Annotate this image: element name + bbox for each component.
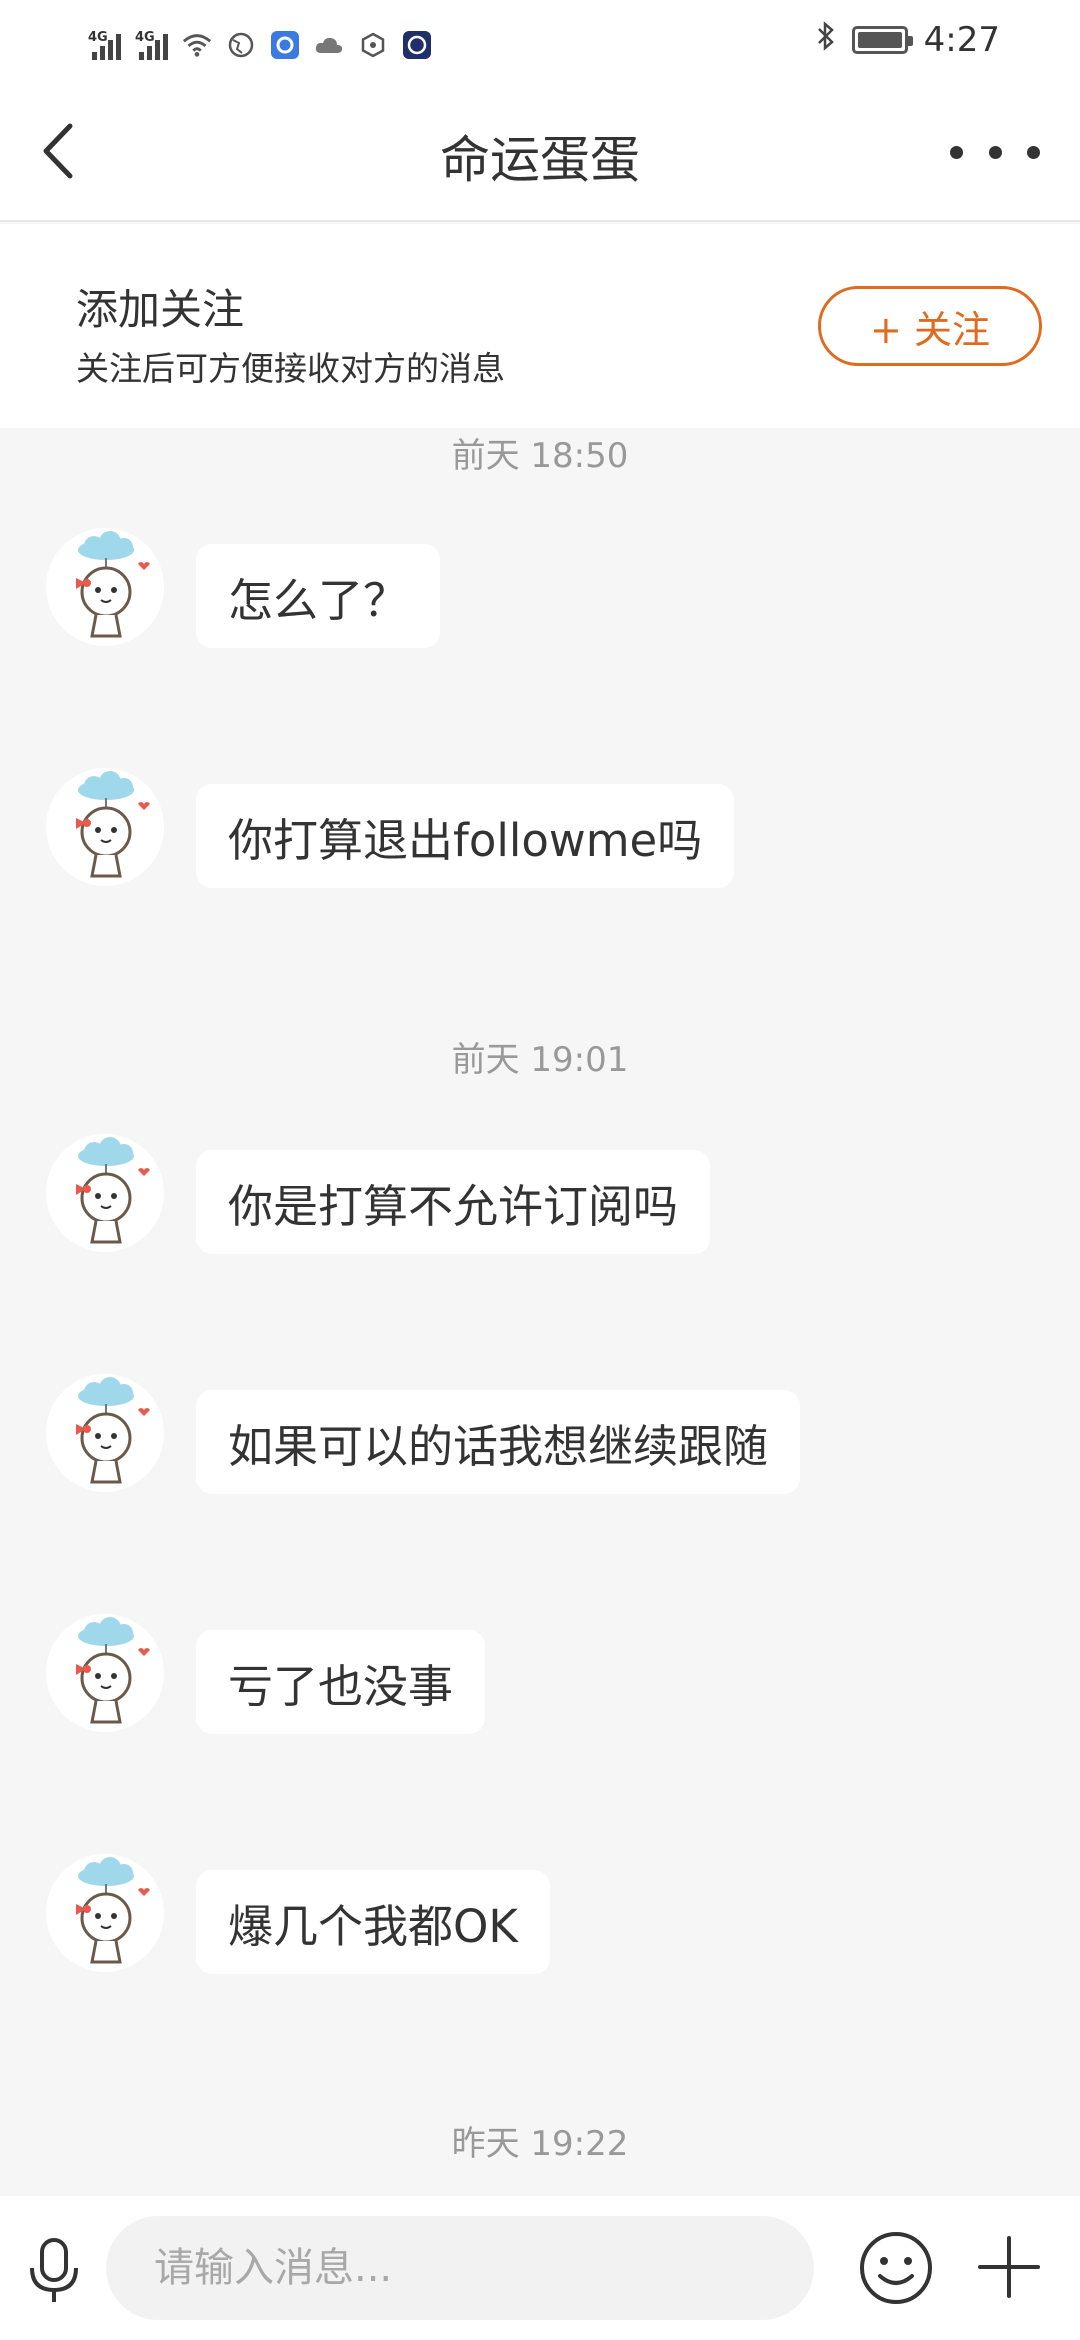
follow-banner: 添加关注 关注后可方便接收对方的消息 + 关注 [0, 224, 1080, 428]
status-icons-right: 4:27 [816, 18, 1000, 62]
avatar[interactable] [46, 528, 164, 646]
avatar-image [46, 1614, 164, 1732]
chat-screen: 4G 4G 4:27 命运蛋蛋 添加关注 关注后可方便接收对方的消息 + 关注 … [0, 0, 1080, 2340]
voice-input-button[interactable] [22, 2236, 86, 2304]
page-title: 命运蛋蛋 [440, 131, 640, 189]
avatar-image [46, 1854, 164, 1972]
avatar[interactable] [46, 1374, 164, 1492]
wifi-icon [182, 30, 212, 60]
follow-banner-subtitle: 关注后可方便接收对方的消息 [76, 349, 505, 388]
avatar[interactable] [46, 768, 164, 886]
signal-icon: 4G [135, 30, 168, 60]
follow-button[interactable]: + 关注 [818, 286, 1042, 366]
status-time: 4:27 [923, 20, 1000, 60]
chat-header: 命运蛋蛋 [0, 82, 1080, 222]
message-bubble[interactable]: 亏了也没事 [196, 1630, 486, 1734]
avatar-image [46, 768, 164, 886]
avatar-image [46, 1134, 164, 1252]
emoji-button[interactable] [856, 2228, 936, 2308]
more-actions-button[interactable] [974, 2232, 1044, 2302]
app-icon [402, 30, 432, 60]
globe-icon [226, 30, 256, 60]
microphone-icon [30, 2238, 78, 2302]
status-bar: 4G 4G 4:27 [0, 0, 1080, 82]
chat-timestamp: 前天 18:50 [451, 436, 629, 476]
chat-timestamp: 前天 19:01 [451, 1040, 629, 1080]
network-type-label: 4G [88, 30, 108, 45]
message-bubble[interactable]: 爆几个我都OK [196, 1870, 550, 1974]
chat-timestamp: 昨天 19:22 [451, 2124, 629, 2164]
network-type-label: 4G [135, 30, 155, 45]
app-icon [270, 30, 300, 60]
hexagon-icon [358, 30, 388, 60]
more-horizontal-icon [950, 145, 963, 159]
message-bubble[interactable]: 如果可以的话我想继续跟随 [196, 1390, 801, 1494]
message-bubble[interactable]: 你是打算不允许订阅吗 [196, 1150, 711, 1254]
input-bar [0, 2196, 1080, 2340]
message-bubble[interactable]: 怎么了？ [196, 544, 441, 648]
signal-icon: 4G [88, 30, 121, 60]
avatar[interactable] [46, 1854, 164, 1972]
avatar[interactable] [46, 1134, 164, 1252]
cloud-icon [314, 30, 344, 60]
status-icons-left: 4G 4G [88, 20, 432, 60]
plus-icon [978, 2236, 1040, 2298]
battery-icon [851, 26, 913, 54]
avatar-image [46, 528, 164, 646]
message-bubble[interactable]: 你打算退出followme吗 [196, 784, 735, 888]
follow-banner-title: 添加关注 [76, 285, 245, 334]
smiley-icon [860, 2232, 932, 2304]
bluetooth-icon [816, 20, 836, 61]
more-options-button[interactable] [950, 122, 1040, 182]
avatar[interactable] [46, 1614, 164, 1732]
avatar-image [46, 1374, 164, 1492]
message-input[interactable] [106, 2216, 814, 2320]
